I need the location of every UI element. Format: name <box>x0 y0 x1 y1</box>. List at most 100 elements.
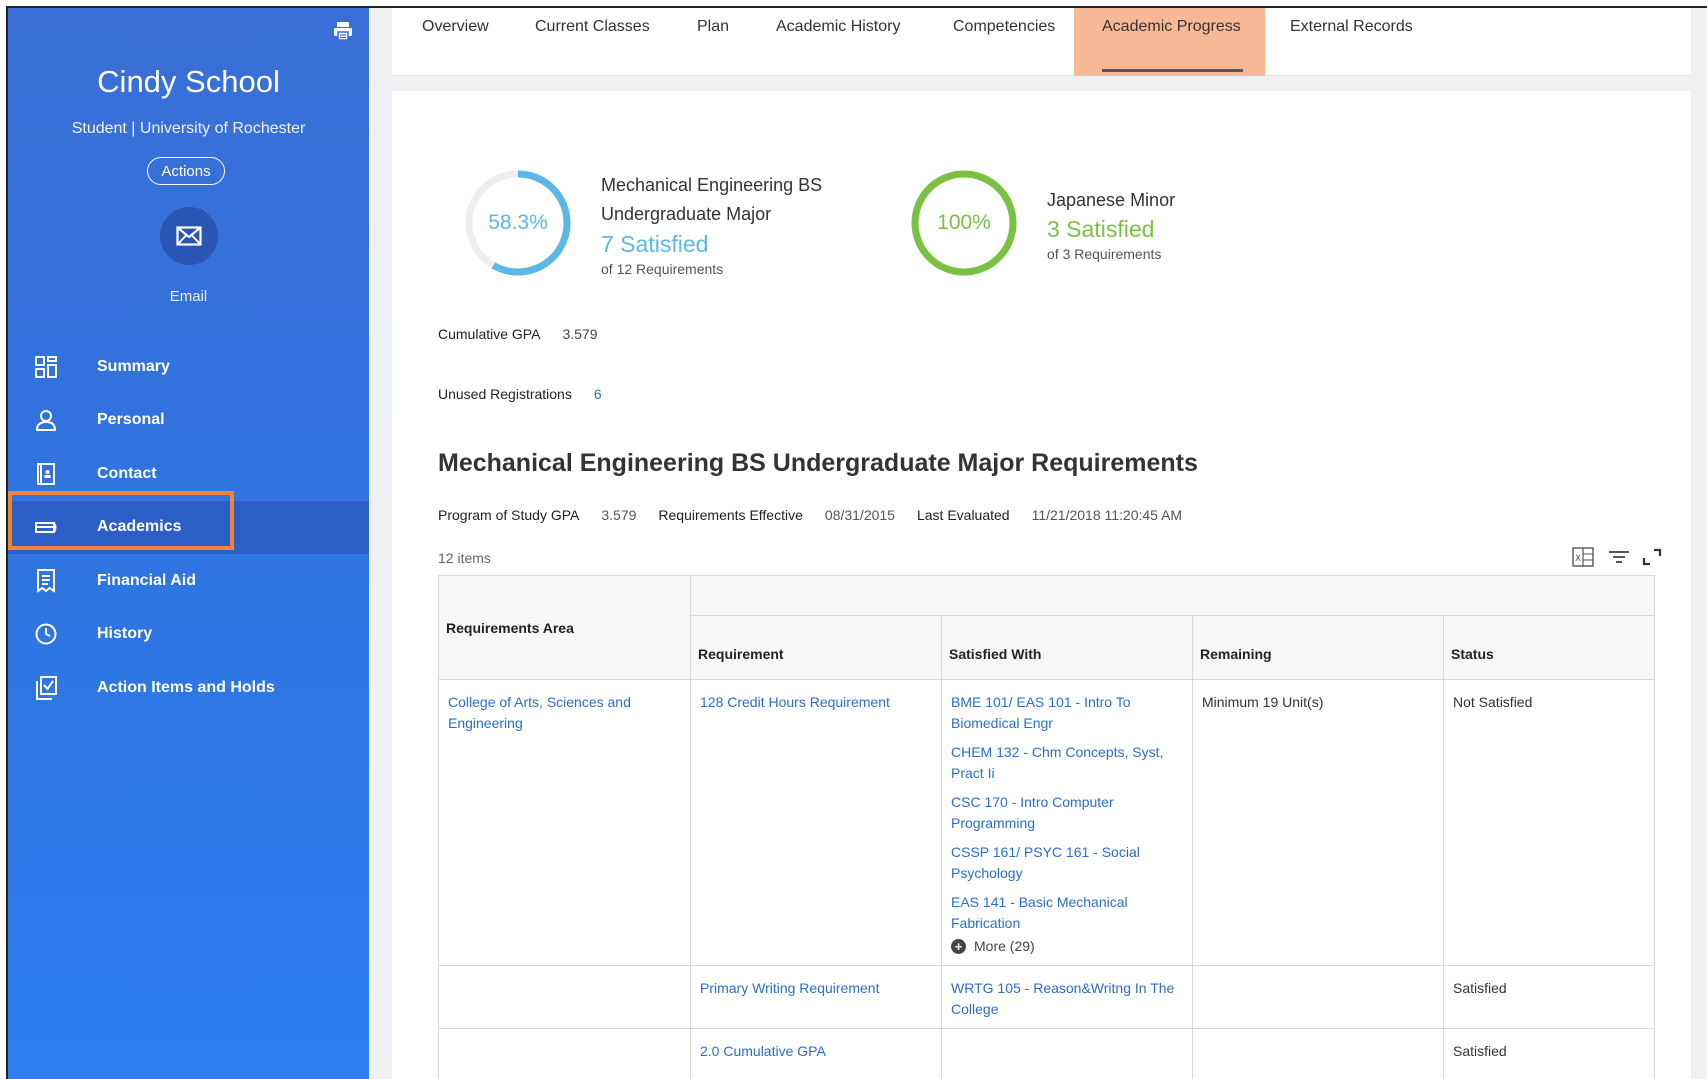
requirement-link[interactable]: 128 Credit Hours Requirement <box>700 694 890 710</box>
contact-book-icon <box>33 461 59 487</box>
app-frame: Cindy School Student | University of Roc… <box>6 6 1707 1079</box>
area-link[interactable]: College of Arts, Sciences and Engineerin… <box>448 694 631 731</box>
status-cell: Satisfied <box>1443 965 1655 1029</box>
evaluated-value: 11/21/2018 11:20:45 AM <box>1031 507 1183 523</box>
major-satisfied[interactable]: 7 Satisfied <box>601 231 708 258</box>
table-row: 2.0 Cumulative GPA Satisfied <box>438 1028 1655 1079</box>
sidebar-item-action-items[interactable]: Action Items and Holds <box>8 661 369 715</box>
person-icon <box>33 407 59 433</box>
more-button[interactable]: + More (29) <box>951 936 1184 957</box>
tab-competencies[interactable]: Competencies <box>953 8 1055 76</box>
clock-icon <box>33 621 59 647</box>
tab-label: External Records <box>1290 18 1413 35</box>
cumulative-gpa-label: Cumulative GPA <box>438 326 541 342</box>
remaining-cell: Minimum 19 Unit(s) <box>1192 679 1444 966</box>
tab-label: Academic History <box>776 18 901 35</box>
tab-label: Plan <box>697 18 730 35</box>
satisfied-with-link[interactable]: CSSP 161/ PSYC 161 - Social Psychology <box>951 842 1184 884</box>
table-row: Primary Writing Requirement WRTG 105 - R… <box>438 965 1655 1029</box>
tab-overview[interactable]: Overview <box>422 8 489 76</box>
sidebar-item-label: History <box>97 625 153 643</box>
expand-icon[interactable] <box>1642 547 1662 572</box>
minor-progress-ring: 100% <box>910 169 1018 277</box>
tab-label: Academic Progress <box>1102 18 1241 35</box>
cumulative-gpa: Cumulative GPA 3.579 <box>438 326 598 342</box>
checklist-icon <box>33 675 59 701</box>
unused-registrations-label: Unused Registrations <box>438 386 572 402</box>
satisfied-with-link[interactable]: WRTG 105 - Reason&Writng In The College <box>951 980 1174 1017</box>
sidebar-item-label: Personal <box>97 411 165 429</box>
unused-registrations: Unused Registrations 6 <box>438 386 602 402</box>
more-label: More (29) <box>974 938 1035 954</box>
tab-bar: Overview Current Classes Plan Academic H… <box>392 8 1691 76</box>
summary-grid-icon <box>33 354 59 380</box>
requirement-link[interactable]: Primary Writing Requirement <box>700 980 879 996</box>
minor-title: Japanese Minor <box>1047 190 1176 210</box>
items-count: 12 items <box>438 550 491 566</box>
plus-circle-icon: + <box>951 939 966 954</box>
envelope-icon <box>176 226 202 246</box>
table-row: College of Arts, Sciences and Engineerin… <box>438 679 1655 966</box>
tab-academic-progress[interactable]: Academic Progress <box>1074 8 1265 76</box>
sidebar-item-label: Academics <box>97 518 182 536</box>
satisfied-with-link[interactable]: CHEM 132 - Chm Concepts, Syst, Pract Ii <box>951 742 1184 784</box>
requirement-link[interactable]: 2.0 Cumulative GPA <box>700 1043 826 1059</box>
satisfied-with-cell <box>941 1028 1193 1079</box>
svg-text:X: X <box>1575 554 1581 564</box>
receipt-icon <box>33 568 59 594</box>
header-requirement: Requirement <box>690 615 942 680</box>
program-gpa-value: 3.579 <box>601 507 637 523</box>
sidebar-item-label: Contact <box>97 464 157 482</box>
major-of-requirements: of 12 Requirements <box>601 261 724 277</box>
major-title-line2: Undergraduate Major <box>601 204 772 224</box>
area-cell <box>438 965 691 1029</box>
remaining-cell <box>1192 965 1444 1029</box>
print-icon[interactable] <box>332 20 354 42</box>
header-requirements-area: Requirements Area <box>438 575 691 680</box>
tab-label: Current Classes <box>535 18 650 35</box>
sidebar-item-summary[interactable]: Summary <box>8 340 369 394</box>
header-status: Status <box>1443 615 1655 680</box>
tab-academic-history[interactable]: Academic History <box>776 8 900 76</box>
header-satisfied-with: Satisfied With <box>941 615 1193 680</box>
sidebar-item-label: Action Items and Holds <box>97 678 275 696</box>
major-title-line1: Mechanical Engineering BS <box>601 175 823 195</box>
active-tab-underline <box>1102 69 1243 72</box>
satisfied-with-link[interactable]: BME 101/ EAS 101 - Intro To Biomedical E… <box>951 692 1184 734</box>
sidebar-item-financial-aid[interactable]: Financial Aid <box>8 554 369 608</box>
sidebar-item-label: Financial Aid <box>97 571 196 589</box>
profile-subtitle: Student | University of Rochester <box>71 120 306 137</box>
academic-progress-panel: 58.3% Mechanical Engineering BS Undergra… <box>392 91 1691 1079</box>
minor-percent: 100% <box>937 211 991 234</box>
satisfied-with-link[interactable]: EAS 141 - Basic Mechanical Fabrication <box>951 892 1184 934</box>
sidebar-item-personal[interactable]: Personal <box>8 394 369 448</box>
minor-satisfied[interactable]: 3 Satisfied <box>1047 216 1154 243</box>
requirements-meta: Program of Study GPA 3.579 Requirements Ef… <box>438 507 1204 523</box>
major-progress-ring: 58.3% <box>464 169 572 277</box>
sidebar-item-academics[interactable]: Academics <box>8 500 369 554</box>
remaining-cell <box>1192 1028 1444 1079</box>
tab-external-records[interactable]: External Records <box>1290 8 1413 76</box>
unused-registrations-link[interactable]: 6 <box>594 386 602 402</box>
export-excel-icon[interactable]: X <box>1572 547 1594 572</box>
sidebar-item-history[interactable]: History <box>8 608 369 662</box>
cumulative-gpa-value: 3.579 <box>562 326 598 342</box>
actions-button[interactable]: Actions <box>147 157 225 185</box>
area-cell <box>438 1028 691 1079</box>
tab-plan[interactable]: Plan <box>697 8 729 76</box>
program-gpa-label: Program of Study GPA <box>438 507 580 523</box>
effective-label: Requirements Effective <box>658 507 803 523</box>
sidebar-item-label: Summary <box>97 357 170 375</box>
sidebar-item-contact[interactable]: Contact <box>8 447 369 501</box>
satisfied-with-link[interactable]: CSC 170 - Intro Computer Programming <box>951 792 1184 834</box>
major-percent: 58.3% <box>488 211 548 234</box>
profile-name: Cindy School <box>97 64 280 99</box>
sidebar-nav: Summary Personal Contact Academics Finan… <box>8 340 369 715</box>
filter-icon[interactable] <box>1608 547 1630 572</box>
email-label: Email <box>169 288 208 305</box>
email-button[interactable] <box>160 207 218 265</box>
tab-current-classes[interactable]: Current Classes <box>535 8 650 76</box>
academics-icon <box>33 514 59 540</box>
requirements-table: Requirements Area Requirement Satisfied … <box>438 575 1655 1079</box>
tab-label: Competencies <box>953 18 1056 35</box>
